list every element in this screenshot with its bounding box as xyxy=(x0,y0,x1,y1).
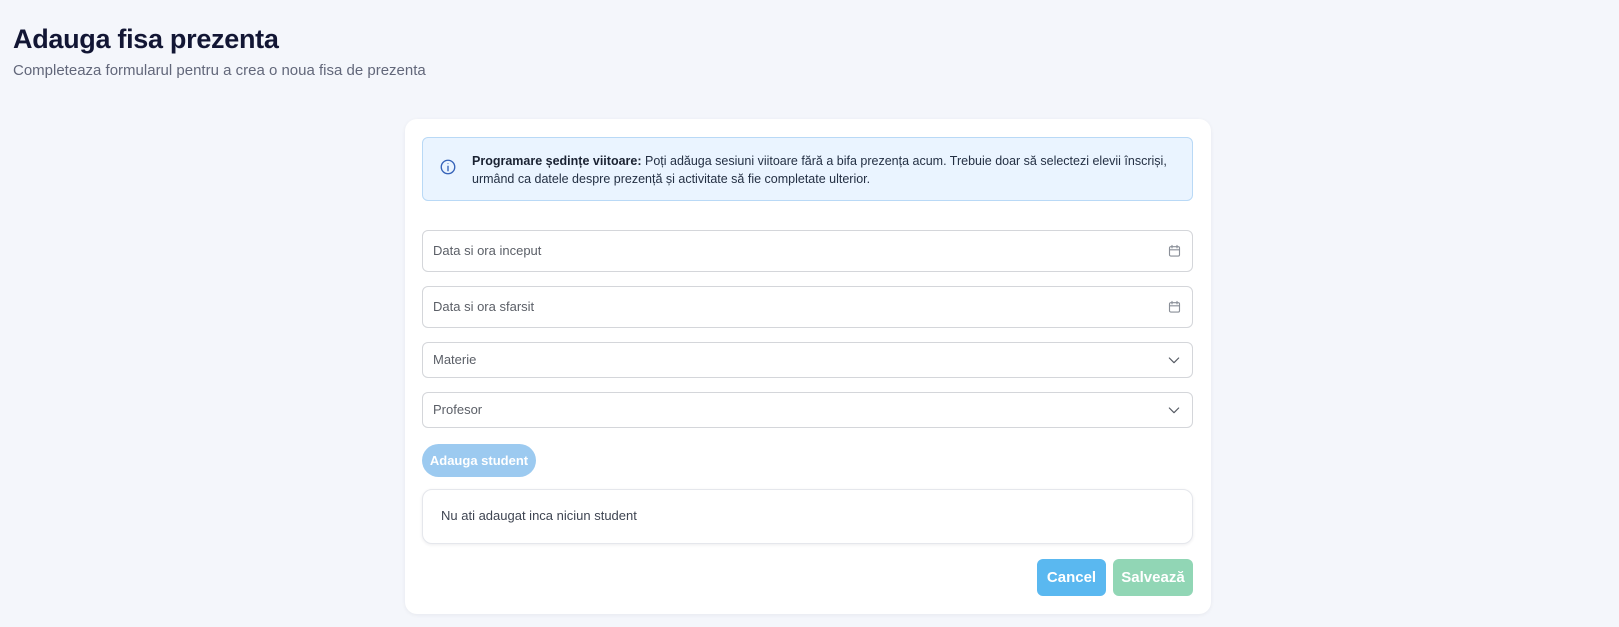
page-header: Adauga fisa prezenta Completeaza formula… xyxy=(13,22,426,81)
start-datetime-field[interactable]: Data si ora inceput xyxy=(422,230,1193,272)
scheduling-info-box: Programare ședințe viitoare: Poți adăuga… xyxy=(422,137,1193,201)
subject-select-label: Materie xyxy=(433,352,477,367)
chevron-down-icon[interactable] xyxy=(1166,402,1182,418)
start-datetime-label: Data si ora inceput xyxy=(433,243,542,258)
cancel-button[interactable]: Cancel xyxy=(1037,559,1106,596)
students-list-panel: Nu ati adaugat inca niciun student xyxy=(422,489,1193,544)
teacher-select-label: Profesor xyxy=(433,402,483,417)
attendance-form-card: Programare ședințe viitoare: Poți adăuga… xyxy=(405,119,1211,614)
end-datetime-label: Data si ora sfarsit xyxy=(433,299,535,314)
page-title: Adauga fisa prezenta xyxy=(13,24,279,54)
info-icon xyxy=(440,159,456,175)
end-datetime-field[interactable]: Data si ora sfarsit xyxy=(422,286,1193,328)
save-button[interactable]: Salvează xyxy=(1113,559,1193,596)
add-student-button[interactable]: Adauga student xyxy=(422,444,536,477)
page-subtitle: Completeaza formularul pentru a crea o n… xyxy=(13,62,426,79)
info-title: Programare ședințe viitoare: xyxy=(472,154,642,168)
empty-students-message: Nu ati adaugat inca niciun student xyxy=(441,508,637,523)
info-message: Programare ședințe viitoare: Poți adăuga… xyxy=(472,152,1177,188)
subject-select[interactable]: Materie xyxy=(422,342,1193,378)
chevron-down-icon[interactable] xyxy=(1166,352,1182,368)
calendar-icon[interactable] xyxy=(1167,244,1182,259)
calendar-icon[interactable] xyxy=(1167,300,1182,315)
teacher-select[interactable]: Profesor xyxy=(422,392,1193,428)
